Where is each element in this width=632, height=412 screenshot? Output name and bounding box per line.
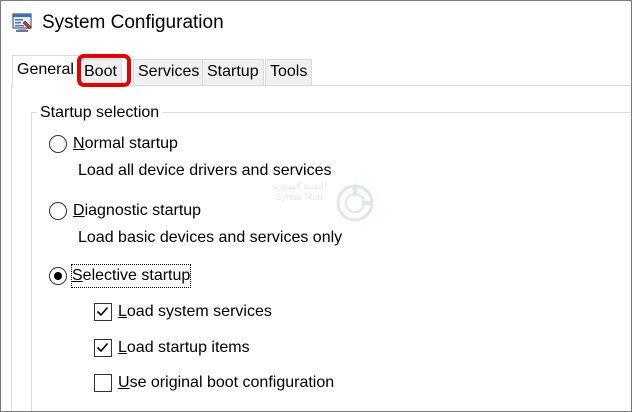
selective-startup-radio[interactable] [49,267,67,285]
tab-bar: General Boot Services Startup Tools [1,55,631,86]
diagnostic-startup-radio[interactable] [49,202,67,220]
use-original-boot-config-checkbox[interactable] [94,374,112,392]
tab-services[interactable]: Services [133,59,205,85]
tab-tools[interactable]: Tools [265,59,313,85]
selective-startup-label[interactable]: Selective startup [70,264,192,288]
load-system-services-checkbox[interactable] [94,303,112,321]
msconfig-icon [12,13,32,32]
normal-startup-radio[interactable] [49,135,67,153]
normal-startup-label[interactable]: Normal startup [73,133,178,155]
radio-selected-dot [53,271,62,280]
diagnostic-startup-description: Load basic devices and services only [78,229,343,246]
tab-startup[interactable]: Startup [202,59,264,85]
load-startup-items-checkbox[interactable] [94,339,112,357]
startup-selection-label: Startup selection [37,102,163,124]
system-configuration-window: System Configuration General Boot Servic… [0,0,632,412]
checkmark-icon [96,342,109,353]
load-startup-items-label[interactable]: Load startup items [118,337,250,359]
checkmark-icon [96,306,109,317]
use-original-boot-config-label[interactable]: Use original boot configuration [118,372,334,394]
diagnostic-startup-label[interactable]: Diagnostic startup [73,200,201,222]
tab-general[interactable]: General [12,55,79,86]
window-title: System Configuration [42,12,224,33]
normal-startup-description: Load all device drivers and services [78,162,332,179]
startup-selection-groupbox [31,112,631,411]
title-bar[interactable]: System Configuration [1,1,631,47]
load-system-services-label[interactable]: Load system services [118,301,272,323]
tab-boot[interactable]: Boot [79,59,122,85]
